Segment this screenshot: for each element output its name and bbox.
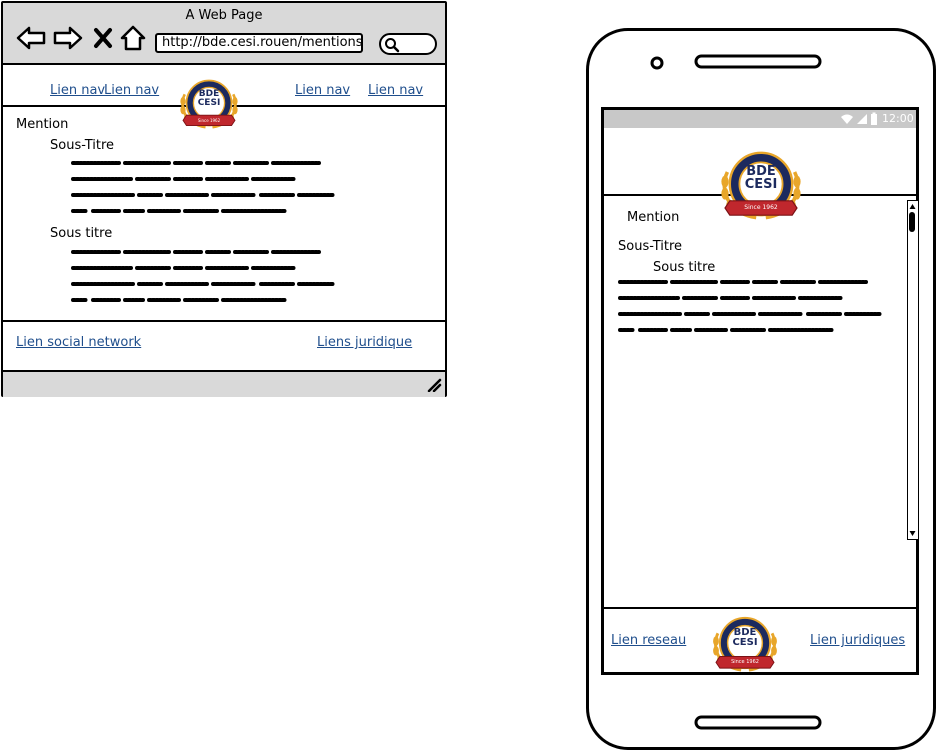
browser-statusbar [3, 372, 445, 397]
nav-link-3[interactable]: Lien nav [295, 83, 350, 98]
phone-content-subtitle-1: Sous-Titre [618, 239, 683, 254]
scroll-up-arrow-icon[interactable] [908, 201, 917, 211]
logo-banner-text: Since 1962 [731, 659, 759, 665]
logo-banner-text: Since 1962 [744, 204, 778, 211]
phone-scrollbar[interactable] [907, 200, 919, 540]
phone-footer-left-link[interactable]: Lien reseau [611, 633, 686, 648]
logo-text-cesi: CESI [744, 177, 778, 192]
nav-link-2[interactable]: Lien nav [104, 83, 159, 98]
phone-placeholder-text-block [618, 280, 882, 332]
wifi-icon [841, 114, 853, 124]
battery-icon [871, 112, 877, 125]
browser-window: A Web Page http://bde.cesi.rouen/mention… [1, 1, 447, 397]
stop-icon[interactable] [93, 27, 113, 49]
content-heading: Mention [16, 117, 69, 132]
phone-footer-right-link[interactable]: Lien juridiques [810, 633, 905, 648]
phone-screen: 12:00 BDE CESI Since 1962 Mention Sous-T… [601, 107, 919, 675]
scrollbar-thumb[interactable] [909, 212, 915, 232]
content-subtitle-1: Sous-Titre [50, 138, 115, 153]
home-icon[interactable] [119, 24, 147, 52]
page-footer: Lien social network Liens juridique [3, 320, 445, 372]
bde-logo-phone[interactable]: BDE CESI Since 1962 [716, 148, 806, 220]
window-title: A Web Page [185, 8, 263, 23]
page-content: Mention Sous-Titre Sous titre [3, 107, 445, 320]
phone-home-button[interactable] [693, 714, 823, 732]
signal-icon [857, 114, 867, 124]
nav-link-1[interactable]: Lien nav [50, 83, 105, 98]
resize-grip-icon[interactable] [426, 378, 442, 392]
back-arrow-icon[interactable] [15, 25, 47, 51]
scroll-down-arrow-icon[interactable] [908, 529, 917, 539]
forward-arrow-icon[interactable] [52, 25, 84, 51]
phone-clock: 12:00 [882, 112, 914, 125]
logo-text-cesi: CESI [732, 637, 758, 648]
footer-social-link[interactable]: Lien social network [16, 335, 141, 350]
placeholder-text-block-1 [71, 161, 335, 213]
bde-logo-footer[interactable]: BDE CESI Since 1962 [710, 614, 780, 672]
browser-titlebar: A Web Page http://bde.cesi.rouen/mention… [3, 3, 445, 65]
content-subtitle-2: Sous titre [50, 226, 113, 241]
footer-legal-link[interactable]: Liens juridique [317, 335, 412, 350]
placeholder-text-block-2 [71, 250, 335, 302]
phone-camera-icon [650, 56, 664, 70]
search-box[interactable] [379, 33, 437, 55]
phone-statusbar: 12:00 [604, 110, 916, 128]
url-input[interactable]: http://bde.cesi.rouen/mentions [155, 33, 363, 53]
search-icon [385, 38, 400, 53]
phone-content-heading: Mention [627, 210, 680, 225]
phone-content-subtitle-2: Sous titre [653, 260, 716, 275]
phone-speaker [694, 54, 822, 69]
nav-link-4[interactable]: Lien nav [368, 83, 423, 98]
